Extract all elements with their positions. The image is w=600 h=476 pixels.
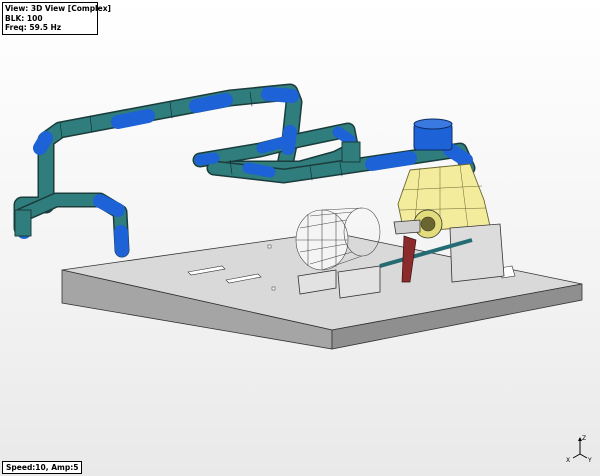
view-label: View: 3D View [Complex] bbox=[5, 4, 111, 13]
axis-y-label: Y bbox=[587, 457, 592, 464]
axis-x-label: X bbox=[566, 457, 570, 464]
view-info-panel: View: 3D View [Complex] BLK: 100 Freq: 5… bbox=[2, 2, 111, 35]
axis-triad-icon: Z X Y bbox=[566, 435, 592, 464]
pump-casing bbox=[397, 118, 491, 239]
animation-status: Speed:10, Amp:5 bbox=[2, 461, 83, 474]
block-label: BLK: 100 bbox=[5, 13, 43, 23]
axis-z-label: Z bbox=[582, 435, 586, 442]
frequency-label: Freq: 59.5 Hz bbox=[5, 23, 62, 32]
3d-viewport[interactable] bbox=[0, 0, 600, 476]
